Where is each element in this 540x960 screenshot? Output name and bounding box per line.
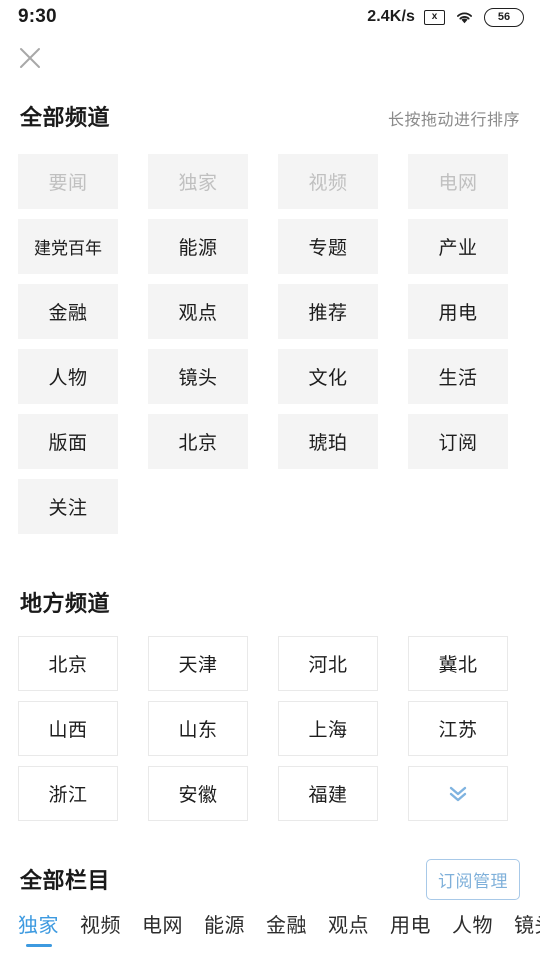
local-channel-chip[interactable]: 江苏 [408,701,508,756]
channel-chip: 电网 [408,154,508,209]
status-bar: 9:30 2.4K/s x 56 [0,0,540,34]
local-channel-chip[interactable]: 山东 [148,701,248,756]
channel-chip[interactable]: 能源 [148,219,248,274]
channel-chip-label: 专题 [308,238,348,259]
channel-chip-label: 订阅 [438,433,478,454]
column-tab[interactable]: 用电 [390,909,431,947]
local-channel-chip[interactable]: 福建 [278,766,378,821]
channel-chip: 要闻 [18,154,118,209]
column-tab[interactable]: 观点 [328,909,369,947]
channel-chip-label: 推荐 [308,303,348,324]
channel-chip-label: 观点 [178,303,218,324]
channel-chip-label: 建党百年 [34,239,102,258]
local-channel-chip-label: 安徽 [178,785,218,806]
local-channel-chip[interactable]: 北京 [18,636,118,691]
column-tab[interactable]: 人物 [452,909,493,947]
local-channel-chip[interactable]: 天津 [148,636,248,691]
all-columns-title: 全部栏目 [20,868,111,893]
local-channel-chip-label: 天津 [178,655,218,676]
all-channels-header: 全部频道 长按拖动进行排序 [0,86,540,132]
column-tab[interactable]: 金融 [266,909,307,947]
local-channels-header: 地方频道 [0,572,540,618]
local-channel-chip[interactable]: 安徽 [148,766,248,821]
channel-chip-label: 北京 [178,433,218,454]
all-channels-grid: 要闻 独家 视频 电网建党百年 能源 专题 产业金融 观点 推荐 用电人物 镜头 文化 生活版面 北京 琥珀… [0,154,540,534]
channel-chip[interactable]: 镜头 [148,349,248,404]
wifi-icon [454,9,475,25]
channel-chip-label: 琥珀 [308,433,348,454]
all-columns-header: 全部栏目 订阅管理 [0,857,540,901]
channel-chip[interactable]: 专题 [278,219,378,274]
local-channel-chip-label: 北京 [48,655,88,676]
channel-chip-label: 版面 [48,433,88,454]
channel-chip[interactable]: 用电 [408,284,508,339]
channel-chip-label: 生活 [438,368,478,389]
channel-chip[interactable]: 琥珀 [278,414,378,469]
all-channels-title: 全部频道 [20,105,111,130]
column-tab[interactable]: 视频 [80,909,121,947]
channel-chip: 独家 [148,154,248,209]
channel-chip[interactable]: 文化 [278,349,378,404]
channel-chip[interactable]: 订阅 [408,414,508,469]
local-channels-expand-button[interactable] [408,766,508,821]
columns-tab-strip[interactable]: 独家视频电网能源金融观点用电人物镜头 [0,901,540,947]
local-channel-chip-label: 山西 [48,720,88,741]
chevron-double-down-icon [449,786,467,801]
sim-no-card-icon: x [424,9,445,25]
close-icon [20,48,40,68]
local-channel-chip-label: 浙江 [48,785,88,806]
channel-chip-label: 镜头 [178,368,218,389]
channel-chip[interactable]: 推荐 [278,284,378,339]
local-channel-chip[interactable]: 上海 [278,701,378,756]
page-content: 全部频道 长按拖动进行排序 要闻 独家 视频 电网 建党百年 能源 专题 产业 金融 观点 推荐 用电… [0,86,540,947]
channel-chip-label: 文化 [308,368,348,389]
local-channel-chip-label: 山东 [178,720,218,741]
local-channel-chip[interactable]: 河北 [278,636,378,691]
channel-chip[interactable]: 北京 [148,414,248,469]
channel-chip[interactable]: 建党百年 [18,219,118,274]
local-channel-chip-label: 河北 [308,655,348,676]
channel-chip-label: 能源 [178,238,218,259]
column-tab[interactable]: 镜头 [514,909,540,947]
local-channel-chip-label: 福建 [308,785,348,806]
local-channel-chip-label: 上海 [308,720,348,741]
battery-icon: 56 [484,7,524,27]
column-tab[interactable]: 能源 [204,909,245,947]
channel-chip-label: 产业 [438,238,478,259]
channel-chip-label: 视频 [308,173,348,194]
local-channel-chip-label: 江苏 [438,720,478,741]
network-speed-label: 2.4K/s [367,8,415,25]
status-icons: 2.4K/s x 56 [367,7,524,27]
column-tab[interactable]: 独家 [18,909,59,947]
channel-chip-label: 金融 [48,303,88,324]
channel-chip[interactable]: 观点 [148,284,248,339]
local-channel-chip[interactable]: 冀北 [408,636,508,691]
channel-chip: 视频 [278,154,378,209]
subscribe-manage-button[interactable]: 订阅管理 [426,858,520,900]
status-time: 9:30 [18,6,57,27]
channel-chip[interactable]: 版面 [18,414,118,469]
app-screen: 9:30 2.4K/s x 56 全部频道 长按拖动进行排序 要闻 独家 视频 电网建 [0,0,540,960]
channel-chip-label: 关注 [48,498,88,519]
close-button[interactable] [14,42,46,74]
channel-chip[interactable]: 关注 [18,479,118,534]
channel-chip-label: 独家 [178,173,218,194]
local-channels-title: 地方频道 [20,591,111,616]
channel-chip-label: 要闻 [48,173,88,194]
local-channels-grid: 北京 天津 河北 冀北山西 山东 上海 江苏浙江 安徽 福建 [0,636,540,821]
local-channel-chip[interactable]: 山西 [18,701,118,756]
channel-chip-label: 电网 [438,173,478,194]
local-channel-chip-label: 冀北 [438,655,478,676]
all-channels-hint: 长按拖动进行排序 [387,112,520,129]
channel-chip-label: 用电 [438,303,478,324]
local-channel-chip[interactable]: 浙江 [18,766,118,821]
channel-chip[interactable]: 生活 [408,349,508,404]
channel-chip[interactable]: 人物 [18,349,118,404]
column-tab[interactable]: 电网 [142,909,183,947]
channel-chip[interactable]: 产业 [408,219,508,274]
channel-chip-label: 人物 [48,368,88,389]
channel-chip[interactable]: 金融 [18,284,118,339]
